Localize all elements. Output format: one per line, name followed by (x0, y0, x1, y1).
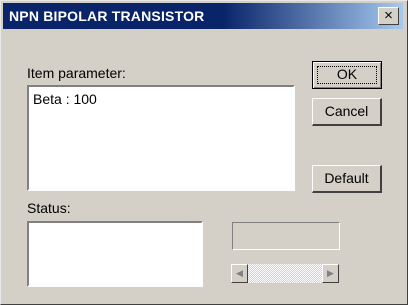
value-display (232, 222, 340, 250)
default-label: Default (324, 170, 369, 186)
status-label: Status: (27, 200, 71, 216)
item-parameter-label: Item parameter: (27, 65, 126, 81)
status-box (27, 221, 203, 287)
default-button[interactable]: Default (312, 165, 382, 193)
parameter-entry[interactable]: Beta : 100 (33, 91, 97, 107)
arrow-right-icon: ▶ (327, 268, 334, 278)
close-icon: × (384, 7, 393, 24)
scroll-right-button[interactable]: ▶ (322, 264, 339, 283)
dialog-window: NPN BIPOLAR TRANSISTOR × Item parameter:… (0, 0, 408, 305)
close-button[interactable]: × (378, 7, 399, 25)
title-bar[interactable]: NPN BIPOLAR TRANSISTOR × (3, 3, 403, 29)
focus-rect (317, 66, 377, 84)
item-parameter-list[interactable]: Beta : 100 (27, 85, 295, 191)
scroll-left-button[interactable]: ◀ (231, 264, 248, 283)
window-title: NPN BIPOLAR TRANSISTOR (9, 8, 205, 24)
ok-button[interactable]: OK (312, 61, 382, 89)
value-scrollbar[interactable]: ◀ ▶ (231, 264, 339, 283)
cancel-button[interactable]: Cancel (312, 98, 382, 126)
arrow-left-icon: ◀ (236, 268, 243, 278)
item-parameter-label-text: Item parameter: (27, 65, 126, 81)
cancel-label: Cancel (324, 103, 369, 119)
